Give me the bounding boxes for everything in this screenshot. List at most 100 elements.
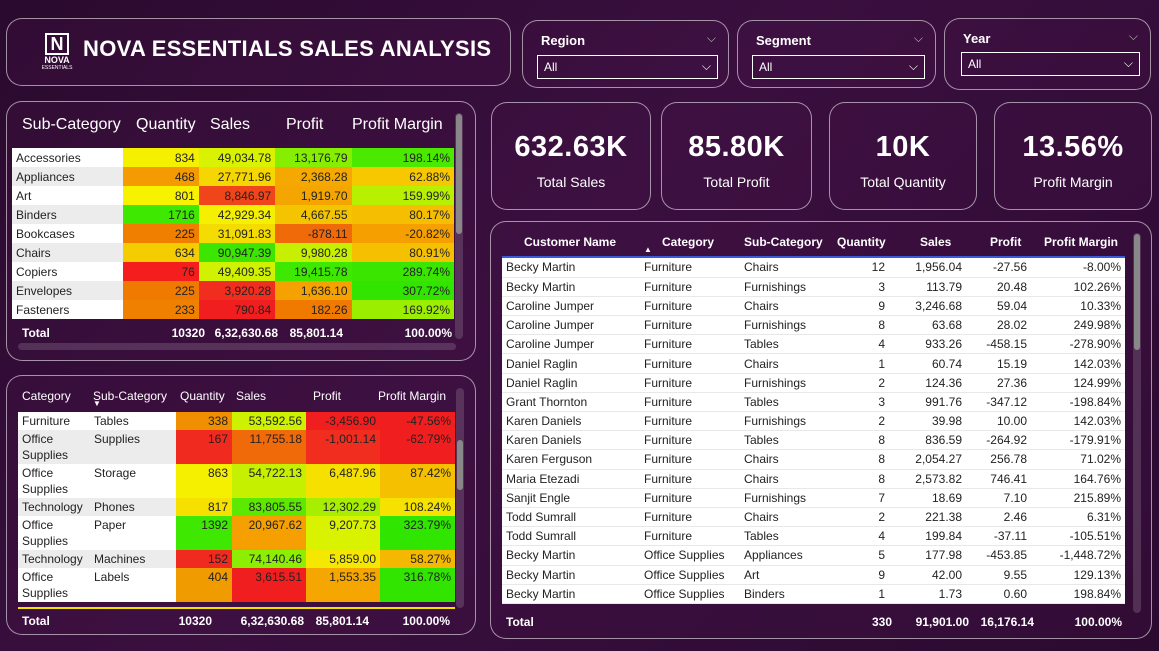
total-quantity: 10320 <box>178 614 212 628</box>
sort-caret-icon[interactable]: ▲ <box>644 245 652 254</box>
table-cell: -453.85 <box>966 545 1031 566</box>
table-cell: 215.89% <box>1031 488 1125 508</box>
table-row[interactable]: Becky Martin Office Supplies Binders 1 1.73 0… <box>502 584 1125 604</box>
region-dropdown-value: All <box>544 60 558 74</box>
col-header[interactable]: Quantity <box>837 235 886 249</box>
region-dropdown[interactable]: All ⌵ <box>537 55 718 79</box>
table-row[interactable]: Fasteners 233 790.84 182.26 169.92% <box>12 300 454 319</box>
table-row[interactable]: Maria Etezadi Furniture Chairs 8 2,573.82 746… <box>502 469 1125 489</box>
table-row[interactable]: Karen Daniels Furniture Tables 8 836.59 -264.… <box>502 430 1125 451</box>
table-cell: 9 <box>833 296 889 317</box>
title-panel: N NOVA ESSENTIALS NOVA ESSENTIALS SALES … <box>6 18 511 86</box>
subcategory-cell: Tables <box>90 412 176 430</box>
horizontal-scrollbar[interactable] <box>18 343 456 350</box>
col-header[interactable]: Profit Margin <box>1044 235 1118 249</box>
chevron-down-icon[interactable]: ⌵ <box>707 31 716 46</box>
table-row[interactable]: Todd Sumrall Furniture Tables 4 199.84 -37.11… <box>502 526 1125 547</box>
chevron-down-icon: ⌵ <box>701 59 711 73</box>
table-row[interactable]: Binders 1716 42,929.34 4,667.55 80.17% <box>12 205 454 224</box>
table-cell: Chairs <box>740 469 833 489</box>
value-cell: 468 <box>122 167 199 186</box>
category-cell: Office Supplies <box>18 430 90 464</box>
table-cell: Chairs <box>740 258 833 278</box>
table-cell: 249.98% <box>1031 315 1125 336</box>
table-row[interactable]: Karen Ferguson Furniture Chairs 8 2,054.27 25… <box>502 449 1125 470</box>
table-row[interactable]: Becky Martin Office Supplies Art 9 42.00 9.55… <box>502 565 1125 585</box>
table-row[interactable]: Becky Martin Furniture Chairs 12 1,956.04 -27… <box>502 258 1125 278</box>
table-row[interactable]: Bookcases 225 31,091.83 -878.11 -20.82% <box>12 224 454 243</box>
table-row[interactable]: Caroline Jumper Furniture Chairs 9 3,246.68 5… <box>502 296 1125 317</box>
table-cell: Furniture <box>640 277 740 297</box>
chevron-down-icon[interactable]: ⌵ <box>1129 29 1138 44</box>
table-row[interactable]: Chairs 634 90,947.39 9,980.28 80.91% <box>12 243 454 262</box>
table-row[interactable]: Copiers 76 49,409.35 19,415.78 289.74% <box>12 262 454 281</box>
table-row[interactable]: Technology Phones 817 83,805.55 12,302.29 108… <box>18 498 455 516</box>
subcategory-cell: Labels <box>90 568 176 602</box>
table-row[interactable]: Office Supplies Labels 404 3,615.51 1,553.35… <box>18 568 455 602</box>
table-row[interactable]: Envelopes 225 3,920.28 1,636.10 307.72% <box>12 281 454 300</box>
table-row[interactable]: Daniel Raglin Furniture Chairs 1 60.74 15.19 1… <box>502 353 1125 374</box>
table-row[interactable]: Sanjit Engle Furniture Furnishings 7 18.69 7.… <box>502 488 1125 508</box>
year-dropdown[interactable]: All ⌵ <box>961 52 1140 76</box>
table-row[interactable]: Art 801 8,846.97 1,919.70 159.99% <box>12 186 454 205</box>
segment-dropdown[interactable]: All ⌵ <box>752 55 925 79</box>
kpi-label: Total Sales <box>536 174 606 190</box>
col-header[interactable]: Profit Margin <box>378 389 446 403</box>
table-row[interactable]: Becky Martin Furniture Furnishings 3 113.79 2… <box>502 277 1125 297</box>
col-header[interactable]: Sub-Category <box>22 116 121 134</box>
col-header[interactable]: Quantity <box>136 116 196 134</box>
table-cell: Caroline Jumper <box>502 315 640 336</box>
segment-dropdown-value: All <box>759 60 773 74</box>
col-header[interactable]: Sales <box>210 116 250 134</box>
vertical-scrollbar[interactable] <box>456 114 462 234</box>
table-row[interactable]: Technology Machines 152 74,140.46 5,859.00 58… <box>18 550 455 568</box>
table-row[interactable]: Daniel Raglin Furniture Furnishings 2 124.36… <box>502 373 1125 393</box>
col-header[interactable]: Category <box>662 235 714 249</box>
table-cell: Tables <box>740 526 833 547</box>
subcategory-cell: Fasteners <box>12 300 123 319</box>
table-cell: Furniture <box>640 469 740 489</box>
col-header[interactable]: Sales <box>236 389 266 403</box>
sort-caret-icon[interactable]: ▼ <box>93 399 101 408</box>
table-cell: 1 <box>833 584 889 604</box>
vertical-scrollbar[interactable] <box>1134 234 1140 350</box>
chevron-down-icon[interactable]: ⌵ <box>914 31 923 46</box>
table-row[interactable]: Office Supplies Storage 863 54,722.13 6,487.… <box>18 464 455 498</box>
table-cell: 5 <box>833 545 889 566</box>
table-row[interactable]: Caroline Jumper Furniture Furnishings 8 63.6… <box>502 315 1125 336</box>
table-cell: 8 <box>833 449 889 470</box>
table-row[interactable]: Furniture Tables 338 53,592.56 -3,456.90 -47.… <box>18 412 455 430</box>
col-header[interactable]: Sub-Category <box>744 235 823 249</box>
col-header[interactable]: Profit <box>313 389 341 403</box>
subcategory-cell: Art <box>12 186 123 205</box>
table-row[interactable]: Office Supplies Supplies 167 11,755.18 -1,00… <box>18 430 455 464</box>
table-cell: Todd Sumrall <box>502 507 640 528</box>
table-row[interactable]: Accessories 834 49,034.78 13,176.79 198.14% <box>12 148 454 167</box>
col-header[interactable]: Category <box>22 389 71 403</box>
table-cell: -8.00% <box>1031 258 1125 278</box>
col-header[interactable]: Customer Name <box>524 235 616 249</box>
value-cell: 225 <box>122 224 199 243</box>
table-cell: Furnishings <box>740 373 833 393</box>
table-row[interactable]: Caroline Jumper Furniture Tables 4 933.26 -45… <box>502 334 1125 355</box>
table-cell: Furniture <box>640 449 740 470</box>
col-header[interactable]: Profit <box>990 235 1021 249</box>
value-cell: 8,846.97 <box>198 186 276 205</box>
value-cell: 801 <box>122 186 199 205</box>
table-cell: Furniture <box>640 430 740 451</box>
col-header[interactable]: Profit <box>286 116 323 134</box>
table-row[interactable]: Grant Thornton Furniture Tables 3 991.76 -347… <box>502 392 1125 413</box>
table-row[interactable]: Todd Sumrall Furniture Chairs 2 221.38 2.46 6.… <box>502 507 1125 528</box>
table-row[interactable]: Karen Daniels Furniture Furnishings 2 39.98 1… <box>502 411 1125 432</box>
col-header[interactable]: Quantity <box>180 389 225 403</box>
table-cell: 9 <box>833 565 889 585</box>
table-row[interactable]: Appliances 468 27,771.96 2,368.28 62.88% <box>12 167 454 186</box>
table-cell: Furniture <box>640 392 740 413</box>
vertical-scrollbar[interactable] <box>457 440 463 490</box>
table-row[interactable]: Office Supplies Paper 1392 20,967.62 9,207.7… <box>18 516 455 550</box>
table-cell: Becky Martin <box>502 584 640 604</box>
col-header[interactable]: Sub-Category <box>93 389 167 403</box>
col-header[interactable]: Profit Margin <box>352 116 443 134</box>
col-header[interactable]: Sales <box>920 235 951 249</box>
table-row[interactable]: Becky Martin Office Supplies Appliances 5 17… <box>502 545 1125 566</box>
